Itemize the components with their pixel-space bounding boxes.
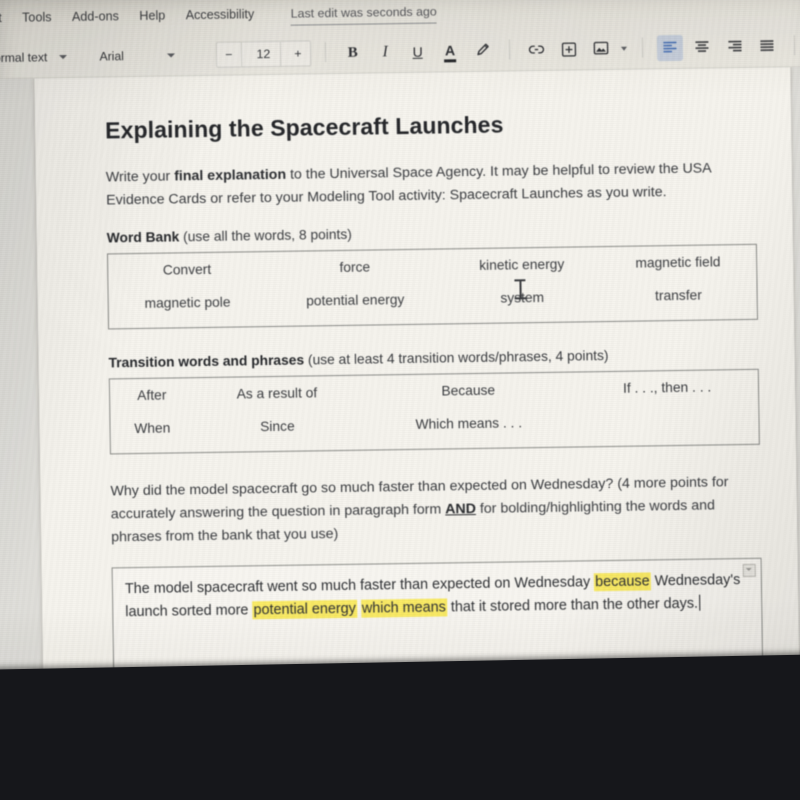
menu-item-tools[interactable]: Tools [14, 6, 60, 29]
word-bank-cell[interactable]: potential energy [266, 282, 444, 318]
chevron-down-icon [167, 53, 176, 58]
font-family-dropdown[interactable]: Arial [85, 35, 208, 77]
transition-cell[interactable]: As a result of [193, 375, 360, 411]
align-justify-icon [760, 40, 774, 51]
text-color-button[interactable]: A [437, 38, 463, 64]
text-color-icon: A [444, 42, 456, 59]
decrease-font-size-button[interactable]: − [216, 42, 243, 67]
transition-words-label-rest: (use at least 4 transition words/phrases… [303, 348, 609, 368]
insert-image-icon [594, 41, 609, 55]
last-edit-status-link[interactable]: Last edit was seconds ago [290, 0, 437, 26]
word-bank-cell[interactable]: magnetic field [599, 244, 756, 280]
word-bank-cell[interactable]: Convert [107, 252, 266, 288]
transition-cell[interactable]: If . . ., then . . . [576, 369, 759, 405]
word-bank-label-bold: Word Bank [106, 229, 180, 246]
answer-paragraph[interactable]: The model spacecraft went so much faster… [125, 569, 748, 624]
answer-seg4: that it stored more than the other days. [446, 595, 699, 616]
resize-handle-icon[interactable] [742, 563, 756, 578]
document-title-text: c Fields @Home Student Sheets: Lesson 1 [0, 0, 254, 1]
text-caret [698, 594, 701, 611]
word-bank-cell[interactable]: kinetic energy [443, 247, 600, 283]
align-justify-button[interactable] [754, 33, 780, 59]
intro-pre: Write your [105, 168, 175, 186]
screen-surface: c Fields @Home Student Sheets: Lesson 1 … [0, 0, 800, 731]
answer-highlight-because: because [594, 572, 651, 592]
insert-image-button[interactable] [588, 36, 614, 62]
highlight-pen-icon [477, 43, 489, 56]
align-center-icon [695, 41, 709, 52]
document-canvas: Explaining the Spacecraft Launches Write… [0, 66, 800, 731]
transition-words-table[interactable]: After As a result of Because If . . ., t… [108, 368, 760, 455]
align-right-button[interactable] [721, 34, 747, 60]
screen-bezel-band [0, 654, 800, 800]
chevron-down-icon[interactable] [620, 46, 627, 51]
answer-seg1: The model spacecraft went so much faster… [124, 574, 595, 598]
increase-font-size-button[interactable]: + [286, 41, 310, 65]
menu-bar: rmat Tools Add-ons Help Accessibility La… [0, 0, 800, 31]
underline-button[interactable]: U [404, 39, 430, 65]
word-bank-cell[interactable]: magnetic pole [108, 285, 267, 320]
italic-button[interactable]: I [372, 39, 398, 65]
transition-words-label-bold: Transition words and phrases [108, 352, 305, 371]
answer-highlight-potential-energy: potential energy [252, 599, 358, 620]
screenshot-photo: c Fields @Home Student Sheets: Lesson 1 … [0, 0, 800, 800]
transition-cell[interactable]: After [109, 378, 193, 413]
align-center-button[interactable] [689, 34, 715, 60]
bold-button[interactable]: B [340, 40, 366, 66]
add-comment-icon [561, 42, 577, 57]
highlight-color-button[interactable] [469, 38, 495, 64]
document-page[interactable]: Explaining the Spacecraft Launches Write… [33, 67, 800, 731]
transition-cell[interactable]: Because [360, 372, 576, 409]
word-bank-table[interactable]: Convert force kinetic energy magnetic fi… [106, 243, 759, 330]
word-bank-cell[interactable]: transfer [600, 278, 757, 313]
transition-cell[interactable]: Which means . . . [361, 406, 577, 442]
menu-item-add-ons[interactable]: Add-ons [64, 5, 127, 28]
answer-highlight-which-means: which means [360, 598, 447, 618]
paragraph-style-label: Normal text [0, 50, 48, 66]
word-bank-label-rest: (use all the words, 8 points) [179, 226, 352, 245]
toolbar-divider [793, 35, 795, 56]
menu-item-accessibility[interactable]: Accessibility [178, 3, 263, 26]
align-left-button[interactable] [656, 34, 683, 62]
align-right-icon [727, 40, 742, 52]
transition-cell[interactable]: When [110, 411, 194, 445]
add-comment-button[interactable] [556, 36, 582, 62]
question-paragraph: Why did the model spacecraft go so much … [110, 471, 761, 550]
insert-link-icon [528, 45, 544, 54]
bold-icon: B [347, 44, 358, 61]
menu-item-format[interactable]: rmat [0, 7, 10, 29]
font-family-label: Arial [99, 49, 124, 64]
insert-link-button[interactable] [523, 37, 549, 63]
font-size-stepper[interactable]: − 12 + [215, 40, 312, 68]
page-title: Explaining the Spacecraft Launches [104, 111, 504, 144]
italic-icon: I [382, 43, 388, 61]
question-emphasis: AND [445, 501, 477, 518]
transition-cell[interactable]: Since [194, 409, 361, 444]
toolbar-divider [508, 39, 511, 60]
transition-words-label: Transition words and phrases (use at lea… [108, 346, 758, 371]
menu-item-help[interactable]: Help [131, 4, 173, 27]
font-size-value[interactable]: 12 [246, 41, 282, 67]
intro-paragraph: Write your final explanation to the Univ… [106, 157, 757, 213]
paragraph-style-dropdown[interactable]: Normal text [0, 37, 81, 78]
underline-icon: U [412, 43, 423, 60]
transition-cell[interactable] [577, 403, 760, 439]
intro-bold: final explanation [174, 166, 287, 185]
word-bank-cell[interactable]: force [266, 249, 444, 285]
align-left-icon [663, 41, 677, 53]
word-bank-label: Word Bank (use all the words, 8 points) [107, 221, 757, 246]
chevron-down-icon [58, 54, 67, 59]
toolbar-divider [325, 42, 327, 63]
word-bank-cell[interactable]: system [444, 280, 601, 315]
toolbar-divider [642, 37, 644, 58]
